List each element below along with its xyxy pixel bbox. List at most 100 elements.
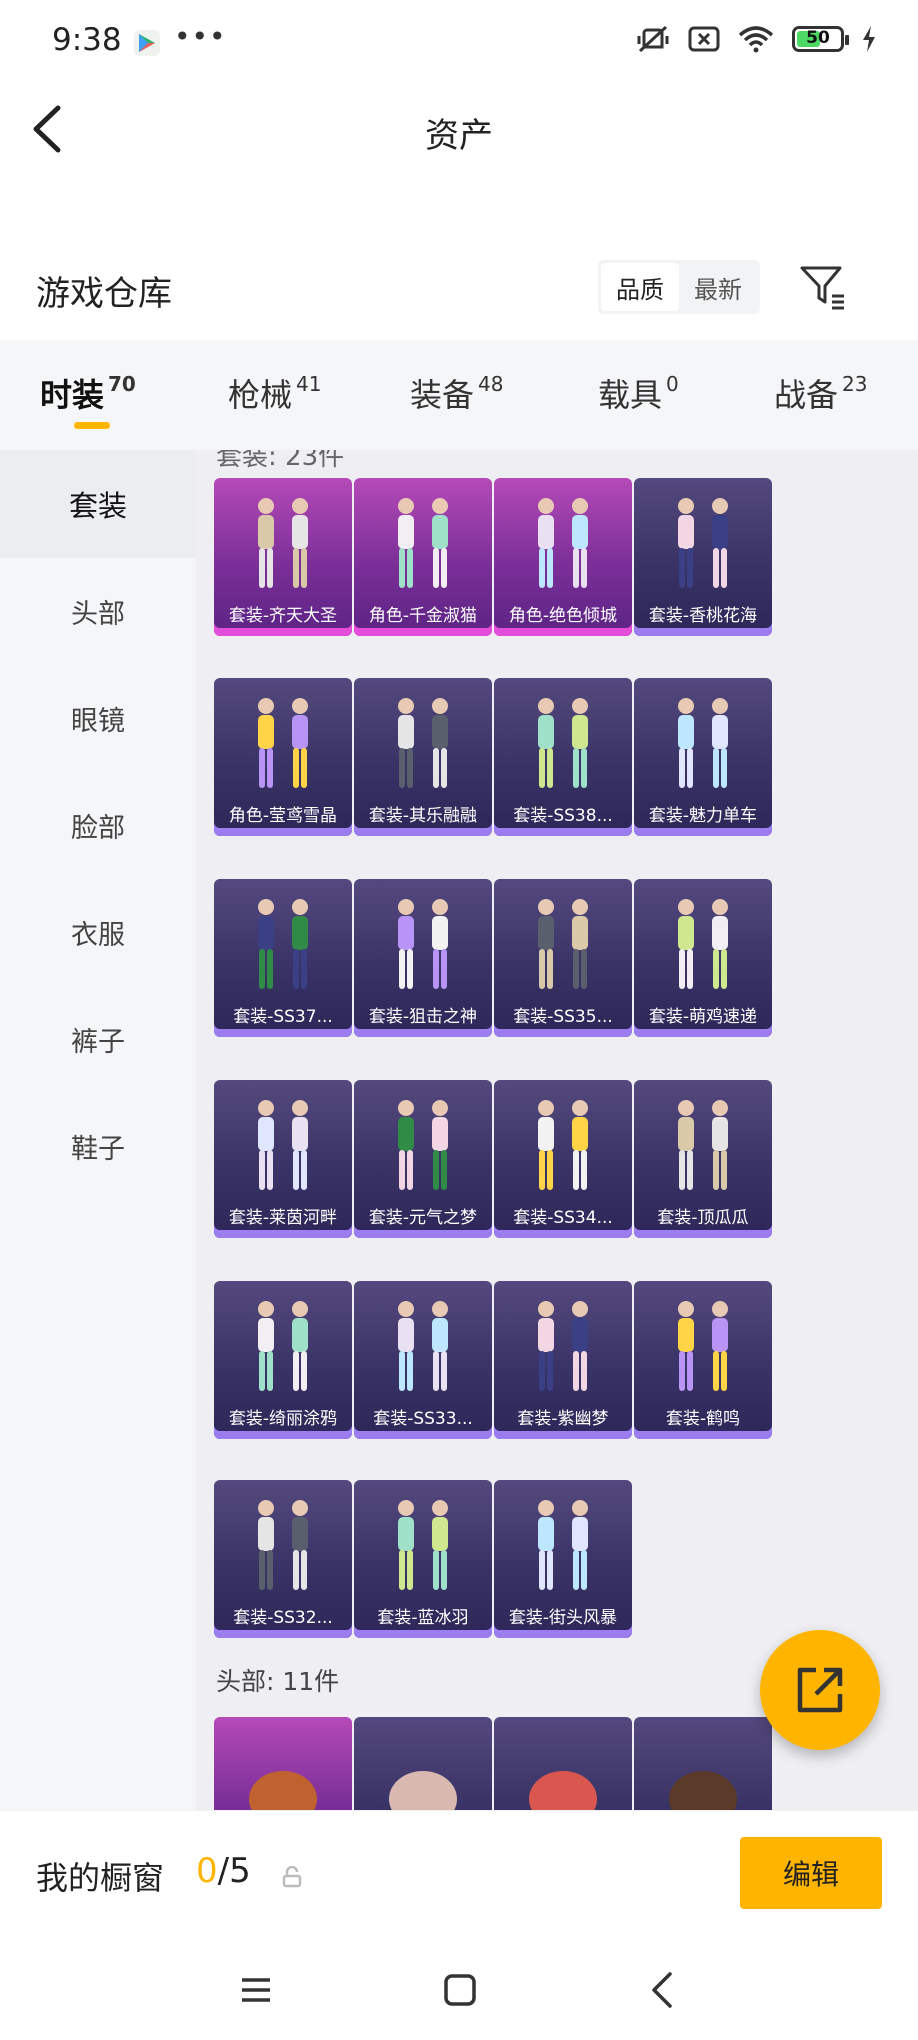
tab-label: 载具 (598, 376, 663, 414)
head-item-card[interactable] (214, 1717, 352, 1810)
sidebar-item-shoes[interactable]: 鞋子 (0, 1092, 196, 1200)
outfit-card[interactable]: 角色-莹鸢雪晶 (214, 678, 352, 836)
sort-option-newest[interactable]: 最新 (679, 263, 757, 311)
outfit-card[interactable]: 套装-SS37... (214, 879, 352, 1037)
warehouse-title: 游戏仓库 (36, 274, 172, 314)
outfit-card[interactable]: 套装-SS38... (494, 678, 632, 836)
tab-supplies[interactable]: 战备 23 (774, 370, 867, 416)
sidebar: 套装 头部 眼镜 脸部 衣服 裤子 鞋子 (0, 450, 196, 1810)
tab-count: 0 (666, 372, 679, 396)
edit-button[interactable]: 编辑 (740, 1837, 882, 1909)
no-sim-icon (688, 26, 720, 52)
more-notifications-icon: ••• (174, 20, 227, 53)
outfit-image (538, 698, 588, 788)
outfit-image (258, 1100, 308, 1190)
home-button[interactable] (440, 1970, 490, 2020)
outfit-name: 套装-紫幽梦 (517, 1409, 609, 1429)
head-item-card[interactable] (354, 1717, 492, 1810)
outfit-card[interactable]: 套装-绮丽涂鸦 (214, 1281, 352, 1439)
outfit-card[interactable]: 套装-其乐融融 (354, 678, 492, 836)
outfit-card[interactable]: 套装-香桃花海 (634, 478, 772, 636)
outfit-name: 角色-莹鸢雪晶 (228, 806, 338, 826)
head-item-image (529, 1771, 597, 1810)
outfit-name: 套装-狙击之神 (368, 1007, 478, 1027)
outfit-name: 套装-SS32... (233, 1608, 333, 1628)
outfit-card[interactable]: 套装-紫幽梦 (494, 1281, 632, 1439)
outfit-name: 套装-绮丽涂鸦 (228, 1409, 338, 1429)
outfit-image (398, 899, 448, 989)
tab-label: 时装 (40, 376, 105, 414)
outfit-image (538, 1500, 588, 1590)
sort-toggle: 品质 最新 (598, 260, 760, 314)
showcase-bar: 我的橱窗 0/5 编辑 (0, 1810, 918, 1940)
outfit-card[interactable]: 套装-SS35... (494, 879, 632, 1037)
outfit-card[interactable]: 角色-千金淑猫 (354, 478, 492, 636)
outfit-card[interactable]: 套装-萌鸡速递 (634, 879, 772, 1037)
outfit-card[interactable]: 套装-SS34... (494, 1080, 632, 1238)
head-item-card[interactable] (494, 1717, 632, 1810)
outfit-image (258, 1500, 308, 1590)
outfit-image (258, 899, 308, 989)
outfit-image (678, 498, 728, 588)
share-button[interactable] (760, 1630, 880, 1750)
head-item-image (249, 1771, 317, 1810)
status-icons: 50 (636, 24, 876, 54)
outfit-card[interactable]: 套装-鹤鸣 (634, 1281, 772, 1439)
outfit-image (678, 698, 728, 788)
nav-back-icon (652, 1972, 672, 2008)
outfit-card[interactable]: 套装-SS33... (354, 1281, 492, 1439)
sidebar-item-glasses[interactable]: 眼镜 (0, 664, 196, 772)
suits-count-label: 套装: 23件 (216, 450, 345, 472)
outfit-name: 套装-蓝冰羽 (377, 1608, 469, 1628)
outfit-name: 套装-齐天大圣 (228, 606, 338, 626)
charging-icon (863, 26, 875, 52)
outfit-name: 套装-元气之梦 (368, 1208, 478, 1228)
menu-icon (242, 1978, 270, 2002)
outfit-name: 角色-千金淑猫 (368, 606, 478, 626)
sort-option-quality[interactable]: 品质 (601, 263, 679, 311)
outfit-name: 角色-绝色倾城 (508, 606, 618, 626)
outfit-name: 套装-SS35... (513, 1007, 613, 1027)
head-item-card[interactable] (634, 1717, 772, 1810)
menu-button[interactable] (236, 1970, 286, 2020)
outfit-card[interactable]: 角色-绝色倾城 (494, 478, 632, 636)
sidebar-item-clothes[interactable]: 衣服 (0, 878, 196, 986)
sidebar-item-suits[interactable]: 套装 (0, 450, 196, 558)
sidebar-item-head[interactable]: 头部 (0, 557, 196, 665)
outfit-name: 套装-鹤鸣 (665, 1409, 741, 1429)
outfit-name: 套装-街头风暴 (508, 1608, 618, 1628)
nav-back-button[interactable] (644, 1970, 694, 2020)
sidebar-item-face[interactable]: 脸部 (0, 771, 196, 879)
tab-count: 70 (108, 372, 136, 396)
item-grid: 套装: 23件 头部: 11件 套装-齐天大圣 角色-千金淑猫 角色-绝色倾城 套装-… (196, 450, 918, 1810)
outfit-card[interactable]: 套装-魅力单车 (634, 678, 772, 836)
status-bar: 9:38 ••• 50 (0, 0, 918, 80)
tab-label: 战备 (774, 376, 839, 414)
tab-count: 48 (478, 372, 504, 396)
showcase-current: 0 (196, 1851, 218, 1891)
outfit-card[interactable]: 套装-街头风暴 (494, 1480, 632, 1638)
outfit-image (678, 899, 728, 989)
outfit-card[interactable]: 套装-元气之梦 (354, 1080, 492, 1238)
outfit-card[interactable]: 套装-狙击之神 (354, 879, 492, 1037)
outfit-image (398, 1100, 448, 1190)
outfit-name: 套装-顶瓜瓜 (657, 1208, 749, 1228)
outfit-card[interactable]: 套装-顶瓜瓜 (634, 1080, 772, 1238)
sidebar-item-pants[interactable]: 裤子 (0, 985, 196, 1093)
filter-icon (800, 266, 844, 310)
tab-fashion[interactable]: 时装 70 (40, 370, 136, 416)
outfit-card[interactable]: 套装-莱茵河畔 (214, 1080, 352, 1238)
outfit-card[interactable]: 套装-齐天大圣 (214, 478, 352, 636)
outfit-card[interactable]: 套装-SS32... (214, 1480, 352, 1638)
play-store-icon (134, 30, 160, 56)
outfit-image (538, 1100, 588, 1190)
filter-button[interactable] (798, 262, 848, 312)
showcase-label: 我的橱窗 (36, 1859, 165, 1897)
tab-vehicles[interactable]: 载具 0 (598, 370, 679, 416)
tab-label: 装备 (410, 376, 475, 414)
tab-equipment[interactable]: 装备 48 (410, 370, 503, 416)
outfit-image (258, 1301, 308, 1391)
outfit-image (678, 1100, 728, 1190)
tab-guns[interactable]: 枪械 41 (228, 370, 321, 416)
outfit-card[interactable]: 套装-蓝冰羽 (354, 1480, 492, 1638)
